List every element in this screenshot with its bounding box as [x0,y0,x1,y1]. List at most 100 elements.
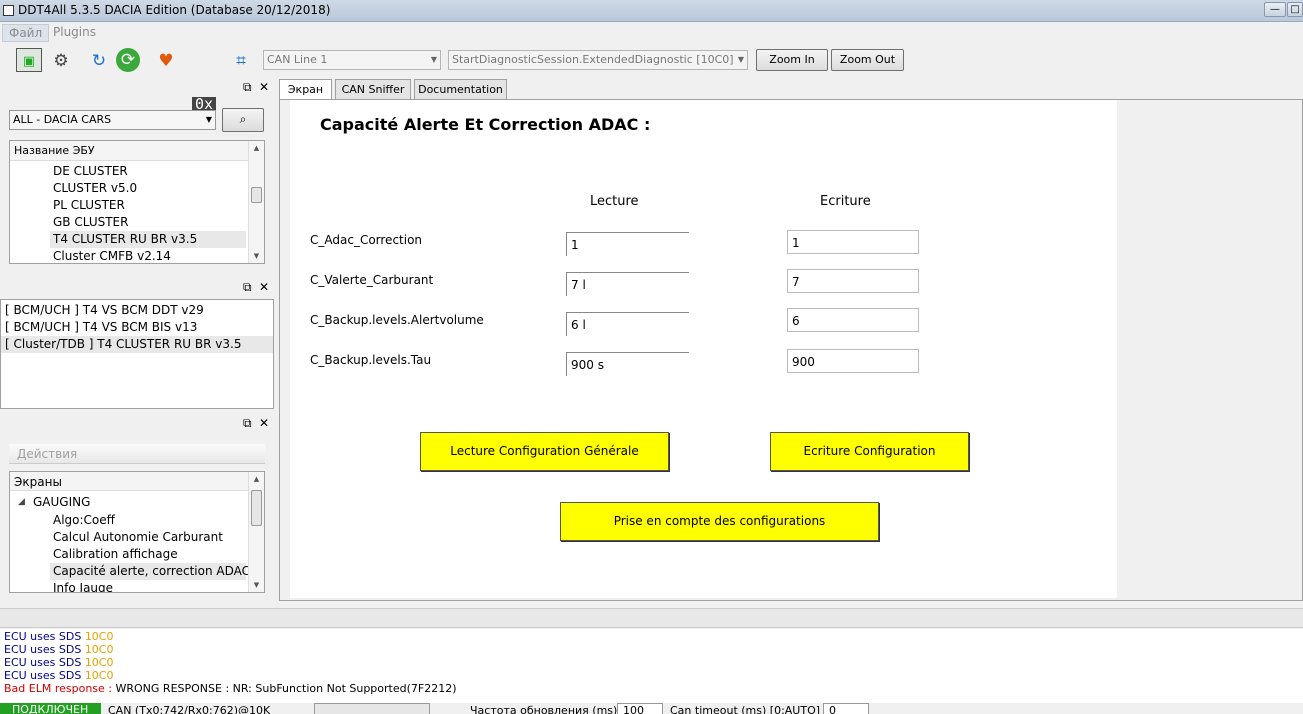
network-scan-icon[interactable]: ⌗ [228,48,254,74]
vehicle-ecu-list[interactable]: [ BCM/UCH ] T4 VS BCM DDT v29 [ BCM/UCH … [0,299,274,409]
status-bar: ПОДКЛЮЧЕН CAN (Tx0:742/Rx0:762)@10K Част… [0,703,1303,714]
column-write-header: Ecriture [820,194,871,209]
close-icon[interactable]: ✕ [259,80,269,94]
param-write-input[interactable]: 1 [787,230,919,254]
log-text: ECU uses SDS [4,643,85,656]
ecu-list-scrollbar[interactable]: ▲ ▼ [248,141,264,263]
scroll-thumb[interactable] [251,490,262,526]
screen-item[interactable]: Calibration affichage [10,546,248,563]
splitter[interactable] [0,608,1303,628]
screen-title: Capacité Alerte Et Correction ADAC : [320,115,651,134]
close-icon[interactable]: ✕ [259,416,269,430]
ecu-list-item-selected[interactable]: T4 CLUSTER RU BR v3.5 [50,231,246,248]
scroll-up-icon[interactable]: ▲ [249,472,264,486]
tab-documentation[interactable]: Documentation [414,79,507,99]
param-label: C_Adac_Correction [310,233,423,247]
chevron-down-icon: ▼ [737,55,744,64]
scan-ecu-button[interactable]: ⌕ [222,108,264,132]
toolbar: ▣ ⚙ ↻ ⟳ ♥ 0x ⌗ CAN Line 1 ▼ StartDiagnos… [0,44,1303,116]
log-text: ECU uses SDS [4,669,85,682]
ecu-list-item[interactable]: CLUSTER v5.0 [10,180,248,197]
screen-item[interactable]: Algo:Coeff [10,512,248,529]
ecu-list-item[interactable]: GB CLUSTER [10,214,248,231]
float-icon[interactable]: ⧉ [243,80,252,95]
screen-item-selected[interactable]: Capacité alerte, correction ADAC [50,563,250,580]
can-timeout-spinbox[interactable]: 0 [823,703,869,714]
scroll-up-icon[interactable]: ▲ [249,141,264,155]
apply-config-button[interactable]: Prise en compte des configurations [560,502,879,541]
ecu-list-item[interactable]: PL CLUSTER [10,197,248,214]
minimize-button[interactable]: — [1264,2,1286,17]
title-bar: DDT4All 5.3.5 DACIA Edition (Database 20… [0,0,1303,22]
menu-plugins[interactable]: Plugins [47,24,102,40]
can-info-text: CAN (Tx0:742/Rx0:762)@10K [108,704,271,714]
chevron-down-icon: ▼ [205,115,212,124]
can-line-value: CAN Line 1 [267,53,328,66]
float-icon[interactable]: ⧉ [243,280,252,295]
menu-file[interactable]: Файл [2,24,50,42]
menu-bar: Файл Plugins [0,23,1303,42]
tree-group-gauging[interactable]: GAUGING [33,494,90,511]
read-config-button[interactable]: Lecture Configuration Générale [420,432,669,471]
window-title: DDT4All 5.3.5 DACIA Edition (Database 20… [18,3,331,17]
log-panel: ECU uses SDS 10C0 ECU uses SDS 10C0 ECU … [0,629,1303,703]
session-value: StartDiagnosticSession.ExtendedDiagnosti… [452,53,734,66]
actions-title: Действия [9,444,265,464]
session-select[interactable]: StartDiagnosticSession.ExtendedDiagnosti… [448,50,748,70]
param-write-input[interactable]: 900 [787,349,919,373]
screen-canvas: Capacité Alerte Et Correction ADAC : Lec… [290,100,1117,598]
screens-tree[interactable]: Экраны ⌃ ◢ GAUGING Algo:Coeff Calcul Aut… [9,471,265,593]
vehicle-filter-select[interactable]: ALL - DACIA CARS ▼ [9,110,216,130]
sort-up-icon: ⌃ [125,471,132,478]
tab-can-sniffer[interactable]: CAN Sniffer [335,79,411,99]
param-write-input[interactable]: 7 [787,269,919,293]
tree-expand-icon[interactable]: ◢ [18,494,25,511]
log-text: ECU uses SDS [4,630,85,643]
ecu-list-item[interactable]: Cluster CMFB v2.14 [10,248,248,263]
scroll-thumb[interactable] [251,187,262,203]
vehicle-ecu-item[interactable]: [ BCM/UCH ] T4 VS BCM DDT v29 [1,302,273,319]
log-code: 10C0 [84,656,114,669]
param-label: C_Backup.levels.Tau [310,353,432,367]
connection-status-badge: ПОДКЛЮЧЕН [0,703,101,714]
param-label: C_Valerte_Carburant [310,273,434,287]
vehicle-ecu-item-selected[interactable]: [ Cluster/TDB ] T4 CLUSTER RU BR v3.5 [1,336,273,353]
log-code: 10C0 [84,643,114,656]
vehicle-ecu-item[interactable]: [ BCM/UCH ] T4 VS BCM BIS v13 [1,319,273,336]
gear-car-icon[interactable]: ⚙ [48,48,74,74]
refresh-icon[interactable]: ↻ [86,48,112,74]
app-icon [3,5,14,16]
ecu-list-header: Название ЭБУ [10,141,248,161]
sync-icon[interactable]: ⟳ [116,48,140,72]
zoom-in-button[interactable]: Zoom In [756,49,828,71]
ecu-dock-header: ⧉ ✕ [0,79,275,97]
param-write-input[interactable]: 6 [787,308,919,332]
param-read-value: 7 l [566,272,689,296]
can-timeout-label: Can timeout (ms) [0:AUTO] : [670,704,828,714]
maximize-button[interactable]: □ [1287,2,1303,17]
monitor-icon[interactable]: ▣ [16,48,42,72]
vehicle-filter-value: ALL - DACIA CARS [13,113,112,126]
tab-screen[interactable]: Экран [279,79,332,100]
param-read-value: 1 [566,232,689,256]
ecu-list-item[interactable]: DE CLUSTER [10,163,248,180]
log-error-text: WRONG RESPONSE : NR: SubFunction Not Sup… [112,682,457,695]
heart-monitor-icon[interactable]: ♥ [153,48,179,74]
log-code: 10C0 [84,630,114,643]
zoom-out-button[interactable]: Zoom Out [831,49,904,71]
scroll-down-icon[interactable]: ▼ [249,578,264,592]
param-label: C_Backup.levels.Alertvolume [310,313,484,327]
screen-item[interactable]: Calcul Autonomie Carburant [10,529,248,546]
can-line-select[interactable]: CAN Line 1 ▼ [263,50,441,70]
close-icon[interactable]: ✕ [259,280,269,294]
refresh-rate-spinbox[interactable]: 100 [617,703,663,714]
ecu-list[interactable]: Название ЭБУ DE CLUSTER CLUSTER v5.0 PL … [9,140,265,264]
screens-tree-scrollbar[interactable]: ▲ ▼ [248,472,264,592]
log-code: 10C0 [84,669,114,682]
chevron-down-icon: ▼ [430,55,437,64]
scroll-down-icon[interactable]: ▼ [249,249,264,263]
screen-item[interactable]: Info Jauge [10,580,248,592]
actions-dock-header: ⧉ ✕ [0,415,275,433]
float-icon[interactable]: ⧉ [243,416,252,431]
write-config-button[interactable]: Ecriture Configuration [770,432,969,471]
